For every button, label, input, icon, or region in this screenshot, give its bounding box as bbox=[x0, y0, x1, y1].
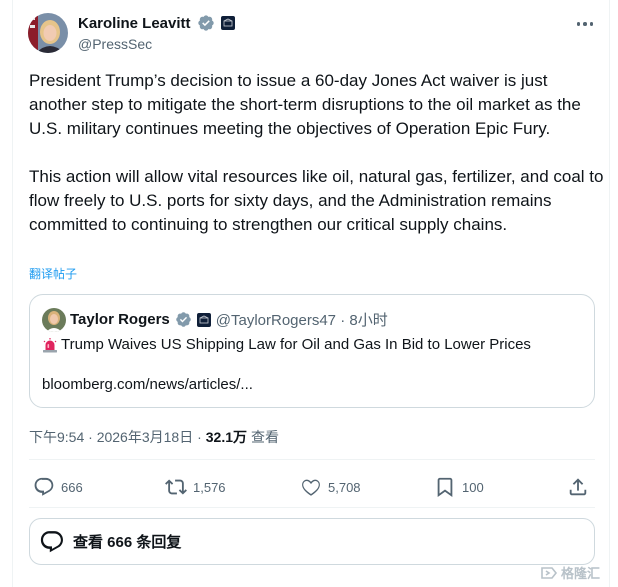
author-avatar[interactable] bbox=[28, 13, 68, 53]
bookmark-icon bbox=[437, 477, 453, 498]
repost-count: 1,576 bbox=[193, 479, 226, 495]
translate-post-link[interactable]: 翻译帖子 bbox=[29, 265, 77, 282]
quote-link[interactable]: bloomberg.com/news/articles/... bbox=[42, 376, 253, 393]
government-affiliation-icon bbox=[220, 16, 235, 30]
watermark-logo-icon bbox=[541, 566, 558, 579]
quote-handle-time: @TaylorRogers47 · 8小时 bbox=[215, 312, 388, 329]
speech-bubble-icon bbox=[40, 530, 63, 552]
watermark-text: 格隆汇 bbox=[561, 566, 601, 581]
post-text: President Trump’s decision to issue a 60… bbox=[29, 69, 604, 237]
view-label: 查看 bbox=[251, 429, 279, 445]
watermark: 格隆汇 bbox=[540, 563, 600, 582]
post-paragraph: President Trump’s decision to issue a 60… bbox=[29, 71, 581, 138]
government-affiliation-icon bbox=[196, 312, 211, 327]
quoted-post-card[interactable]: Taylor Rogers @TaylorRogers47 · 8小时 Trum… bbox=[29, 294, 595, 408]
action-bar: 666 1,576 5,708 100 bbox=[29, 473, 595, 501]
siren-icon bbox=[43, 337, 57, 352]
verified-badge-icon bbox=[175, 312, 191, 327]
more-icon[interactable] bbox=[573, 14, 597, 34]
like-count: 5,708 bbox=[328, 479, 361, 495]
quote-header: Taylor Rogers @TaylorRogers47 · 8小时 bbox=[70, 309, 388, 330]
reply-count: 666 bbox=[61, 479, 83, 495]
author-name[interactable]: Karoline Leavitt bbox=[78, 15, 191, 32]
author-name-row: Karoline Leavitt bbox=[78, 14, 235, 32]
quote-title: Trump Waives US Shipping Law for Oil and… bbox=[61, 336, 531, 353]
post-paragraph: This action will allow vital resources l… bbox=[29, 167, 604, 234]
divider bbox=[29, 459, 595, 460]
quote-author-name: Taylor Rogers bbox=[70, 311, 170, 328]
share-icon bbox=[569, 478, 587, 496]
like-button[interactable]: 5,708 bbox=[300, 473, 361, 501]
quote-title-row: Trump Waives US Shipping Law for Oil and… bbox=[42, 336, 531, 353]
author-handle[interactable]: @PressSec bbox=[78, 36, 152, 52]
repost-button[interactable]: 1,576 bbox=[165, 473, 226, 501]
view-count: 32.1万 bbox=[205, 429, 247, 445]
quote-author-avatar[interactable] bbox=[42, 308, 66, 332]
post-meta: 下午9:54 · 2026年3月18日 · 32.1万 查看 bbox=[29, 427, 279, 447]
view-replies-label: 查看 666 条回复 bbox=[73, 534, 182, 551]
repost-icon bbox=[165, 479, 187, 495]
reply-icon bbox=[34, 477, 54, 496]
divider bbox=[29, 507, 595, 508]
share-button[interactable] bbox=[567, 473, 589, 501]
view-replies-button[interactable]: 查看 666 条回复 bbox=[29, 518, 595, 565]
like-icon bbox=[302, 479, 320, 496]
bookmark-button[interactable]: 100 bbox=[434, 473, 484, 501]
bookmark-count: 100 bbox=[462, 479, 484, 495]
reply-button[interactable]: 666 bbox=[33, 473, 83, 501]
verified-badge-icon bbox=[197, 15, 214, 31]
post-timestamp[interactable]: 下午9:54 · 2026年3月18日 · bbox=[29, 427, 202, 447]
